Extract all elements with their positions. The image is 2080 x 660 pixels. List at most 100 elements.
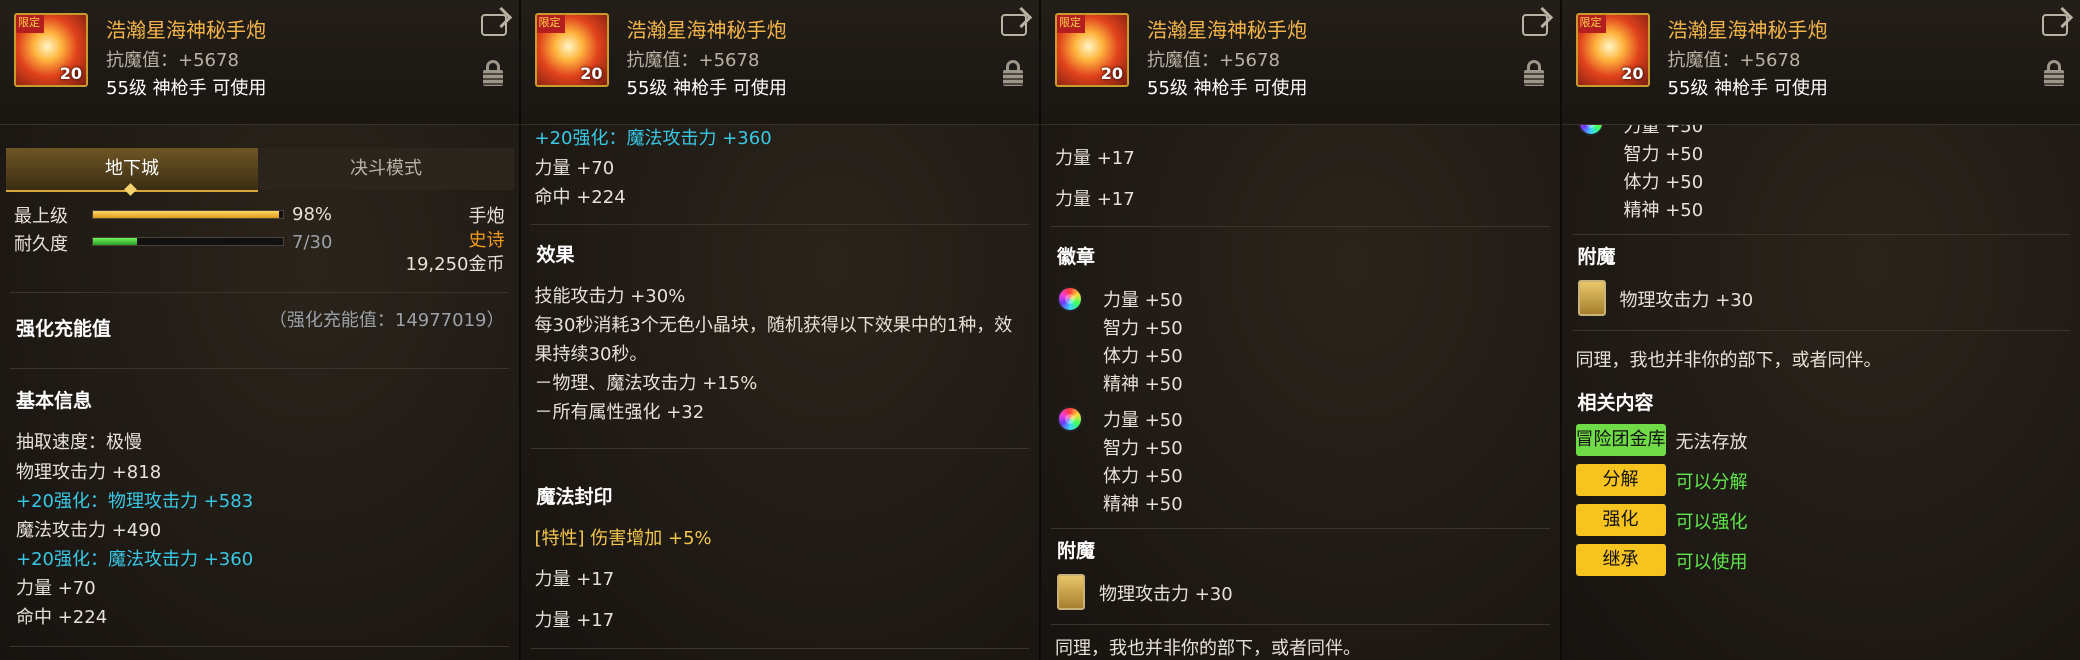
emblem-stat: 体力 +50	[1103, 466, 1183, 487]
flavor-text: 同理，我也并非你的部下，或者同伴。	[1055, 638, 1361, 659]
enchant-text: 物理攻击力 +30	[1099, 584, 1233, 605]
item-name: 浩瀚星海神秘手炮	[626, 18, 787, 42]
related-badge-disassemble[interactable]: 分解	[1575, 464, 1666, 496]
effect-line: 技能攻击力 +30%	[534, 286, 686, 307]
emblem-title: 徽章	[1057, 246, 1096, 268]
share-icon[interactable]	[1001, 14, 1027, 36]
enchant-text: 物理攻击力 +30	[1619, 290, 1754, 311]
item-usable: 55级 神枪手 可使用	[106, 78, 267, 99]
tooltip-panel-2: 限定 20 浩瀚星海神秘手炮 抗魔值：+5678 55级 神枪手 可使用 +20…	[520, 0, 1041, 660]
item-header: 限定 20 浩瀚星海神秘手炮 抗魔值：+5678 55级 神枪手 可使用	[0, 0, 519, 125]
stat-line: 命中 +224	[534, 187, 626, 208]
item-resistance: 抗魔值：+5678	[106, 50, 239, 71]
emblem-stat: 精神 +50	[1103, 494, 1183, 515]
related-text: 无法存放	[1675, 432, 1748, 453]
durability-label: 耐久度	[14, 234, 68, 255]
stat-line: +20强化：魔法攻击力 +360	[16, 549, 254, 570]
mode-tabs: 地下城 决斗模式	[6, 148, 514, 196]
related-text: 可以分解	[1675, 472, 1748, 493]
lock-icon[interactable]	[1523, 60, 1544, 86]
upgrade-level: 20	[1621, 64, 1644, 83]
share-icon[interactable]	[480, 14, 507, 36]
related-badge-reinforce[interactable]: 强化	[1575, 504, 1666, 536]
basic-info-title: 基本信息	[16, 390, 93, 412]
lock-icon[interactable]	[1003, 60, 1023, 86]
stat-line: +20强化：魔法攻击力 +360	[534, 128, 772, 149]
flavor-text: 同理，我也并非你的部下，或者同伴。	[1575, 350, 1882, 371]
stat-line: 命中 +224	[16, 607, 108, 628]
stat-line: 力量 +70	[534, 158, 615, 179]
amp-title: 强化充能值	[16, 318, 112, 340]
tab-pvp[interactable]: 决斗模式	[258, 148, 514, 190]
effect-line: －所有属性强化 +32	[534, 402, 705, 423]
limited-tag: 限定	[1057, 15, 1085, 33]
effect-title: 效果	[536, 244, 575, 266]
item-header: 限定 20 浩瀚星海神秘手炮 抗魔值：+5678 55级 神枪手 可使用	[1041, 0, 1560, 125]
upgrade-level: 20	[580, 64, 603, 83]
enchant-card-icon	[1577, 280, 1606, 316]
emblem-stat: 智力 +50	[1623, 144, 1704, 165]
effect-line: 每30秒消耗3个无色小晶块，随机获得以下效果中的1种，效	[534, 315, 1013, 336]
limited-tag: 限定	[536, 15, 565, 33]
seal-line: [特性] 伤害增加 +5%	[534, 528, 712, 549]
emblem-stat: 智力 +50	[1103, 318, 1183, 339]
related-badge-storage[interactable]: 冒险团金库	[1575, 424, 1666, 456]
lock-icon[interactable]	[482, 60, 503, 86]
durability-value: 7/30	[292, 232, 333, 253]
durability-bar	[92, 237, 284, 246]
lock-icon[interactable]	[2044, 60, 2064, 86]
related-badge-inherit[interactable]: 继承	[1575, 544, 1666, 576]
tooltip-panel-3: 限定 20 浩瀚星海神秘手炮 抗魔值：+5678 55级 神枪手 可使用 力量 …	[1041, 0, 1562, 660]
tooltip-panel-1: 限定 20 浩瀚星海神秘手炮 抗魔值：+5678 55级 神枪手 可使用 地下城…	[0, 0, 521, 660]
related-title: 相关内容	[1577, 392, 1654, 414]
item-icon: 限定 20	[534, 13, 609, 87]
enchant-title: 附魔	[1057, 540, 1096, 562]
item-resistance: 抗魔值：+5678	[1667, 50, 1801, 71]
item-usable: 55级 神枪手 可使用	[1667, 78, 1828, 99]
item-header: 限定 20 浩瀚星海神秘手炮 抗魔值：+5678 55级 神枪手 可使用	[1561, 0, 2080, 125]
item-usable: 55级 神枪手 可使用	[1147, 78, 1308, 99]
emblem-stat: 力量 +50	[1103, 410, 1183, 431]
emblem-gem-icon	[1057, 286, 1083, 312]
amp-value: （强化充能值：14977019）	[268, 310, 505, 331]
emblem-stat: 力量 +50	[1103, 290, 1183, 311]
upgrade-level: 20	[59, 64, 82, 83]
effect-line: 果持续30秒。	[534, 344, 648, 365]
rarity: 史诗	[468, 230, 505, 251]
enchant-title: 附魔	[1577, 246, 1616, 268]
seal-line: 力量 +17	[534, 569, 615, 590]
related-text: 可以强化	[1675, 512, 1748, 533]
emblem-gem-icon	[1057, 406, 1083, 432]
stat-line: 力量 +17	[1055, 189, 1135, 210]
item-resistance: 抗魔值：+5678	[1147, 50, 1280, 71]
tooltip-panel-4: 限定 20 浩瀚星海神秘手炮 抗魔值：+5678 55级 神枪手 可使用 力量 …	[1561, 0, 2080, 660]
item-name: 浩瀚星海神秘手炮	[1147, 18, 1307, 42]
weapon-type: 手炮	[468, 206, 505, 227]
item-icon: 限定 20	[14, 13, 88, 87]
emblem-stat: 体力 +50	[1623, 172, 1704, 193]
share-icon[interactable]	[1521, 14, 1548, 36]
grade-bar	[92, 210, 284, 219]
stat-line: 力量 +17	[1055, 148, 1135, 169]
effect-line: －物理、魔法攻击力 +15%	[534, 373, 758, 394]
related-text: 可以使用	[1675, 552, 1748, 573]
enchant-card-icon	[1057, 574, 1085, 610]
limited-tag: 限定	[16, 15, 44, 33]
limited-tag: 限定	[1577, 15, 1606, 33]
item-usable: 55级 神枪手 可使用	[626, 78, 787, 99]
stat-line: 魔法攻击力 +490	[16, 520, 162, 541]
stat-line: 抽取速度：极慢	[16, 432, 142, 453]
emblem-stat: 体力 +50	[1103, 346, 1183, 367]
grade-value: 98%	[292, 204, 333, 225]
seal-title: 魔法封印	[536, 486, 613, 508]
emblem-stat: 精神 +50	[1623, 200, 1704, 221]
price: 19,250金币	[405, 254, 505, 275]
seal-line: 力量 +17	[534, 610, 615, 631]
item-name: 浩瀚星海神秘手炮	[1667, 18, 1828, 42]
item-resistance: 抗魔值：+5678	[626, 50, 760, 71]
emblem-stat: 精神 +50	[1103, 374, 1183, 395]
share-icon[interactable]	[2042, 14, 2068, 36]
item-icon: 限定 20	[1055, 13, 1129, 87]
item-icon: 限定 20	[1575, 13, 1650, 87]
item-header: 限定 20 浩瀚星海神秘手炮 抗魔值：+5678 55级 神枪手 可使用	[520, 0, 1039, 125]
